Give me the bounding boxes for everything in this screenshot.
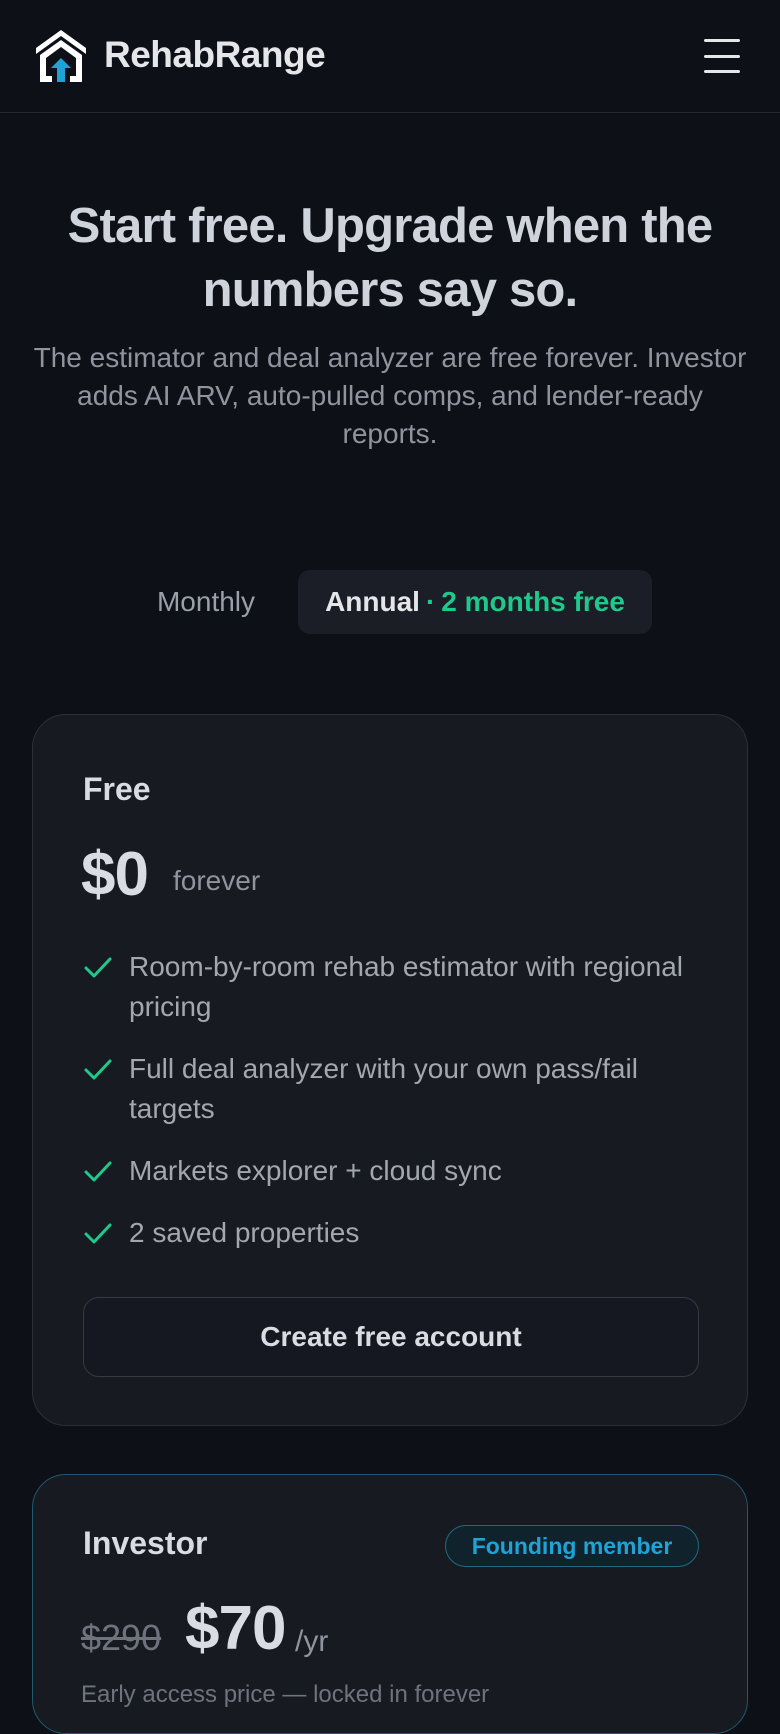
feature-text: 2 saved properties — [129, 1217, 360, 1248]
feature-item: Room-by-room rehab estimator with region… — [81, 947, 701, 1027]
create-free-account-button[interactable]: Create free account — [83, 1297, 699, 1377]
feature-list: Room-by-room rehab estimator with region… — [81, 947, 701, 1275]
plan-card-investor: Investor Founding member $290 $70 /yr Ea… — [32, 1474, 748, 1734]
brand-name[interactable]: RehabRange — [104, 34, 326, 76]
billing-toggle-monthly[interactable]: Monthly — [138, 570, 274, 634]
page-subtitle: The estimator and deal analyzer are free… — [33, 342, 747, 449]
founding-member-badge: Founding member — [445, 1525, 699, 1567]
plan-card-free: Free $0 forever Room-by-room rehab estim… — [32, 714, 748, 1426]
annual-label: Annual — [325, 586, 420, 617]
original-price: $290 — [81, 1617, 162, 1658]
check-icon — [84, 1059, 112, 1080]
plan-name: Free — [83, 771, 151, 807]
feature-text: Full deal analyzer with your own pass/fa… — [129, 1053, 638, 1124]
site-header: RehabRange — [0, 0, 780, 113]
feature-item: Full deal analyzer with your own pass/fa… — [81, 1049, 701, 1129]
check-icon — [84, 957, 112, 978]
billing-toggle-annual[interactable]: Annual · 2 months free — [298, 570, 652, 634]
plan-price: $70 — [185, 1594, 286, 1663]
house-arrow-icon[interactable] — [34, 28, 88, 84]
annual-discount-note: 2 months free — [441, 586, 625, 617]
plan-note: Early access price — locked in forever — [81, 1681, 490, 1708]
plan-period: forever — [173, 865, 261, 896]
plan-name: Investor — [83, 1525, 208, 1561]
check-icon — [84, 1223, 112, 1244]
feature-item: 2 saved properties — [81, 1213, 701, 1253]
hamburger-menu-icon[interactable] — [702, 36, 742, 76]
plan-price: $0 — [81, 840, 149, 909]
feature-item: Markets explorer + cloud sync — [81, 1151, 701, 1191]
page-title: Start free. Upgrade when the numbers say… — [67, 199, 713, 317]
feature-text: Markets explorer + cloud sync — [129, 1155, 502, 1186]
plan-period: /yr — [295, 1625, 329, 1658]
check-icon — [84, 1161, 112, 1182]
annual-separator: · — [425, 586, 436, 617]
feature-text: Room-by-room rehab estimator with region… — [129, 951, 683, 1022]
